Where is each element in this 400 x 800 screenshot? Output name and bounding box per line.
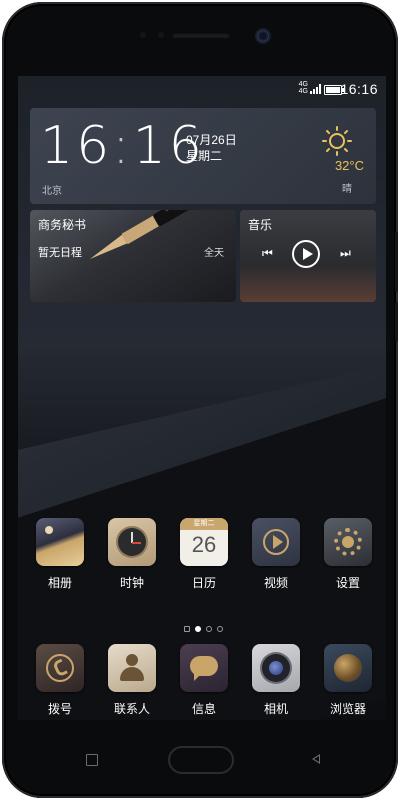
proximity-sensor [140,32,146,38]
clock-time: 16:16 [40,116,205,176]
page-dot[interactable] [217,626,223,632]
message-icon [180,644,228,692]
app-label: 信息 [191,702,216,716]
contacts-icon [108,644,156,692]
settings-icon [324,518,372,566]
business-secretary-widget[interactable]: 商务秘书 暂无日程 全天 [30,210,236,302]
status-bar: 4G 4G 16:16 [18,76,386,102]
clock-weather-widget[interactable]: 16:16 07月26日 星期二 北京 32°C 晴 [30,108,376,204]
power-button [395,302,398,342]
phone-icon [36,644,84,692]
light-sensor [158,32,164,38]
all-day-label: 全天 [204,248,224,259]
calendar-icon: 星期二 26 [180,518,228,566]
next-track-icon[interactable]: ⏭ [340,246,351,261]
weather-condition: 晴 [342,184,352,195]
volume-button [395,232,398,292]
phone-frame: 4G 4G 16:16 16:16 07月26日 星期二 北京 32°C 晴 商… [2,2,398,798]
page-dot[interactable] [206,626,212,632]
back-icon[interactable] [312,754,320,764]
app-browser[interactable]: 浏览器 [318,644,378,717]
app-contacts[interactable]: 联系人 [102,644,162,717]
recent-apps-icon[interactable] [86,754,98,766]
app-clock[interactable]: 时钟 [102,518,162,591]
app-label: 设置 [335,576,360,590]
app-label: 拨号 [47,702,72,716]
temperature: 32°C [334,158,364,173]
app-settings[interactable]: 设置 [318,518,378,591]
sun-icon [322,126,352,156]
video-icon [252,518,300,566]
page-dot[interactable] [195,626,201,632]
browser-icon [324,644,372,692]
app-label: 视频 [263,576,288,590]
app-label: 时钟 [119,576,144,590]
app-label: 日历 [191,576,216,590]
schedule-text: 暂无日程 [38,247,82,259]
widget-title: 音乐 [248,218,273,232]
app-label: 联系人 [113,702,150,716]
app-label: 相册 [47,576,72,590]
previous-track-icon[interactable]: ⏮ [262,246,273,261]
app-label: 浏览器 [329,702,366,716]
music-widget[interactable]: 音乐 ⏮ ⏭ [240,210,376,302]
app-label: 相机 [263,702,288,716]
clock-icon [108,518,156,566]
camera-icon [252,644,300,692]
earpiece [172,32,230,38]
gallery-icon [36,518,84,566]
status-time: 16:16 [340,81,378,97]
app-camera[interactable]: 相机 [246,644,306,717]
front-camera [257,30,269,42]
home-screen: 4G 4G 16:16 16:16 07月26日 星期二 北京 32°C 晴 商… [18,76,386,720]
app-dialer[interactable]: 拨号 [30,644,90,717]
home-page-dot[interactable] [184,626,190,632]
clock-date: 07月26日 星期二 [186,133,237,163]
play-icon[interactable] [292,240,320,268]
app-video[interactable]: 视频 [246,518,306,591]
app-gallery[interactable]: 相册 [30,518,90,591]
app-messages[interactable]: 信息 [174,644,234,717]
home-button[interactable] [168,746,234,774]
navigation-bar [2,732,400,774]
widget-title: 商务秘书 [38,218,87,232]
battery-icon [324,85,344,95]
network-label: 4G 4G [298,81,308,95]
signal-icon [310,84,324,94]
city-label: 北京 [42,186,62,197]
app-calendar[interactable]: 星期二 26 日历 [174,518,234,591]
page-indicator[interactable] [184,619,228,632]
